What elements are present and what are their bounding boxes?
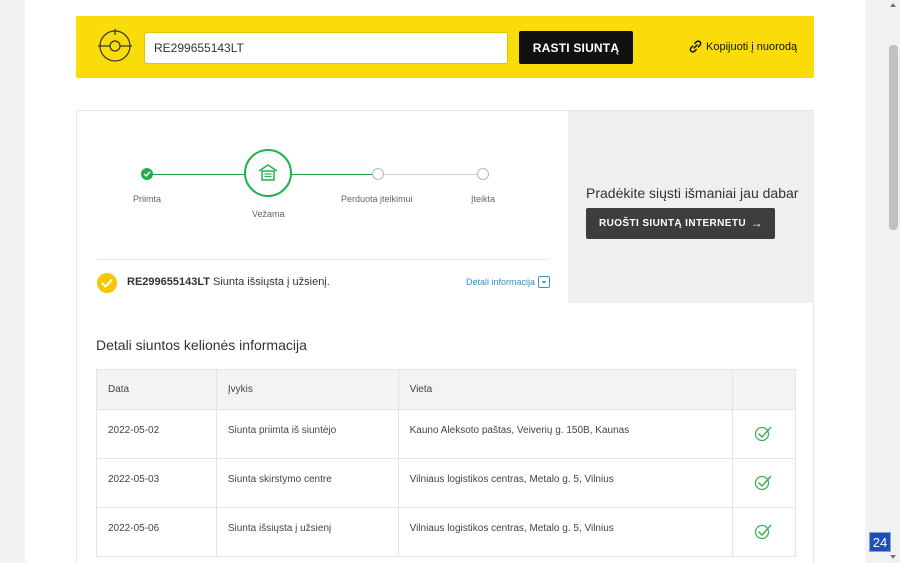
cell-location: Vilniaus logistikos centras, Metalo g. 5… — [397, 458, 734, 508]
scroll-down-icon[interactable] — [890, 555, 896, 559]
check-circle-icon — [754, 425, 772, 441]
cell-event: Siunta priimta iš siuntėjo — [215, 409, 399, 459]
progress-stepper: Priimta Vežama Perduota įteikimui Įteikt… — [77, 111, 568, 259]
page: RASTI SIUNTĄ Kopijuoti į nuorodą — [25, 0, 865, 563]
tracking-number-input[interactable] — [144, 32, 508, 64]
status-row: RE299655143LT Siunta išsiųsta į užsienį.… — [97, 271, 551, 295]
progress-line-pending — [384, 174, 477, 175]
status-text: Siunta išsiųsta į užsienį. — [213, 276, 330, 288]
journey-table: Data Įvykis Vieta 2022-05-02 Siunta prii… — [96, 369, 796, 557]
crosshair-icon — [98, 29, 132, 62]
check-circle-icon — [754, 523, 772, 539]
step-pending-icon — [477, 168, 489, 180]
arrow-right-icon: → — [750, 216, 763, 230]
table-row: 2022-05-03 Siunta skirstymo centre Vilni… — [96, 458, 796, 508]
checkmark-icon — [143, 171, 151, 178]
step-label: Perduota įteikimui — [341, 194, 413, 204]
cell-location: Vilniaus logistikos centras, Metalo g. 5… — [397, 507, 734, 557]
step-label: Priimta — [133, 194, 162, 204]
status-tracking-number: RE299655143LT — [127, 276, 210, 288]
progress-line-done — [153, 174, 244, 175]
step-label: Vežama — [252, 209, 285, 219]
scroll-up-icon[interactable] — [890, 3, 896, 7]
step-label: Įteikta — [471, 194, 496, 204]
find-parcel-button[interactable]: RASTI SIUNTĄ — [519, 31, 633, 64]
journey-title: Detali siuntos kelionės informacija — [96, 337, 307, 353]
status-message: RE299655143LT Siunta išsiųsta į užsienį. — [127, 276, 330, 288]
tracking-card: Priimta Vežama Perduota įteikimui Įteikt… — [76, 110, 814, 563]
cell-date: 2022-05-03 — [96, 458, 217, 508]
step-active-icon — [244, 149, 292, 197]
cell-status — [732, 409, 796, 459]
warehouse-icon — [258, 164, 278, 181]
link-icon — [689, 40, 702, 53]
cell-location: Kauno Aleksoto paštas, Veiverių g. 150B,… — [397, 409, 734, 459]
search-bar: RASTI SIUNTĄ Kopijuoti į nuorodą — [76, 16, 814, 78]
cell-status — [732, 507, 796, 557]
table-header-row: Data Įvykis Vieta — [96, 369, 796, 410]
column-header-location: Vieta — [397, 369, 734, 410]
check-circle-icon — [754, 474, 772, 490]
corner-badge: 24 — [869, 532, 891, 552]
details-link-label: Detali informacija — [466, 277, 536, 287]
cell-status — [732, 458, 796, 508]
step-pending-icon — [372, 168, 384, 180]
cell-date: 2022-05-06 — [96, 507, 217, 557]
details-toggle-link[interactable]: Detali informacija — [466, 276, 551, 288]
promo-panel: Pradėkite siųsti išmaniai jau dabar RUOŠ… — [568, 111, 814, 303]
chevron-down-icon — [538, 276, 551, 288]
divider — [97, 259, 548, 260]
column-header-date: Data — [96, 369, 217, 410]
step-done-icon — [141, 168, 153, 180]
copy-link-label: Kopijuoti į nuorodą — [706, 40, 798, 53]
column-header-status — [732, 369, 796, 410]
checkmark-icon — [101, 278, 113, 288]
promo-title: Pradėkite siųsti išmaniai jau dabar — [586, 185, 799, 201]
scroll-thumb[interactable] — [889, 45, 898, 230]
scrollbar[interactable] — [887, 0, 900, 563]
table-row: 2022-05-06 Siunta išsiųsta į užsienį Vil… — [96, 507, 796, 557]
prepare-parcel-button[interactable]: RUOŠTI SIUNTĄ INTERNETU → — [586, 208, 775, 239]
copy-link-button[interactable]: Kopijuoti į nuorodą — [688, 39, 797, 54]
cell-date: 2022-05-02 — [96, 409, 217, 459]
cell-event: Siunta skirstymo centre — [215, 458, 399, 508]
status-check-icon — [97, 273, 117, 293]
table-row: 2022-05-02 Siunta priimta iš siuntėjo Ka… — [96, 409, 796, 459]
prepare-parcel-label: RUOŠTI SIUNTĄ INTERNETU — [599, 218, 746, 229]
cell-event: Siunta išsiųsta į užsienį — [215, 507, 399, 557]
progress-line-active — [292, 174, 372, 175]
column-header-event: Įvykis — [215, 369, 399, 410]
